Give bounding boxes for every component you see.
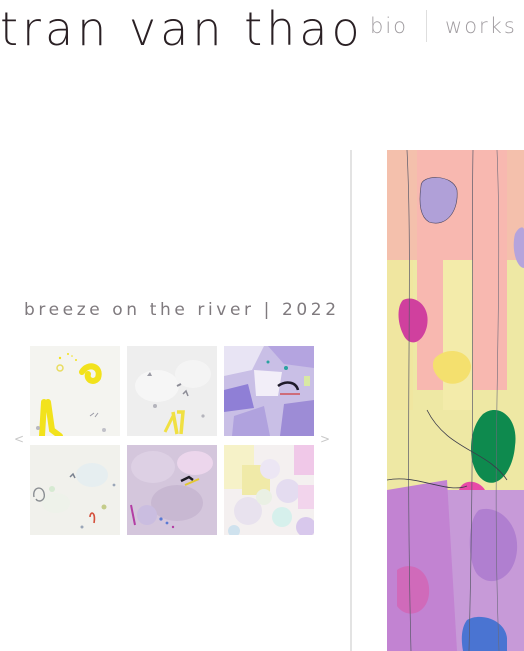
artwork-thumbnail[interactable] [127,445,217,535]
artwork-thumbnail[interactable] [30,346,120,436]
next-arrow-icon[interactable]: > [320,432,330,446]
site-title[interactable]: tran van thao [0,2,364,56]
artwork-thumbnail[interactable] [127,346,217,436]
nav-item-bio[interactable]: bio [352,14,426,38]
artwork-thumbnail[interactable] [224,445,314,535]
artwork-thumbnail[interactable] [30,445,120,535]
main-nav: bio works [352,10,524,42]
series-title: breeze on the river | 2022 [24,300,340,320]
prev-arrow-icon[interactable]: < [14,432,24,446]
featured-artwork-image[interactable] [387,150,524,651]
nav-item-works[interactable]: works [427,14,524,38]
vertical-divider [350,150,352,651]
artwork-thumbnail[interactable] [224,346,314,436]
